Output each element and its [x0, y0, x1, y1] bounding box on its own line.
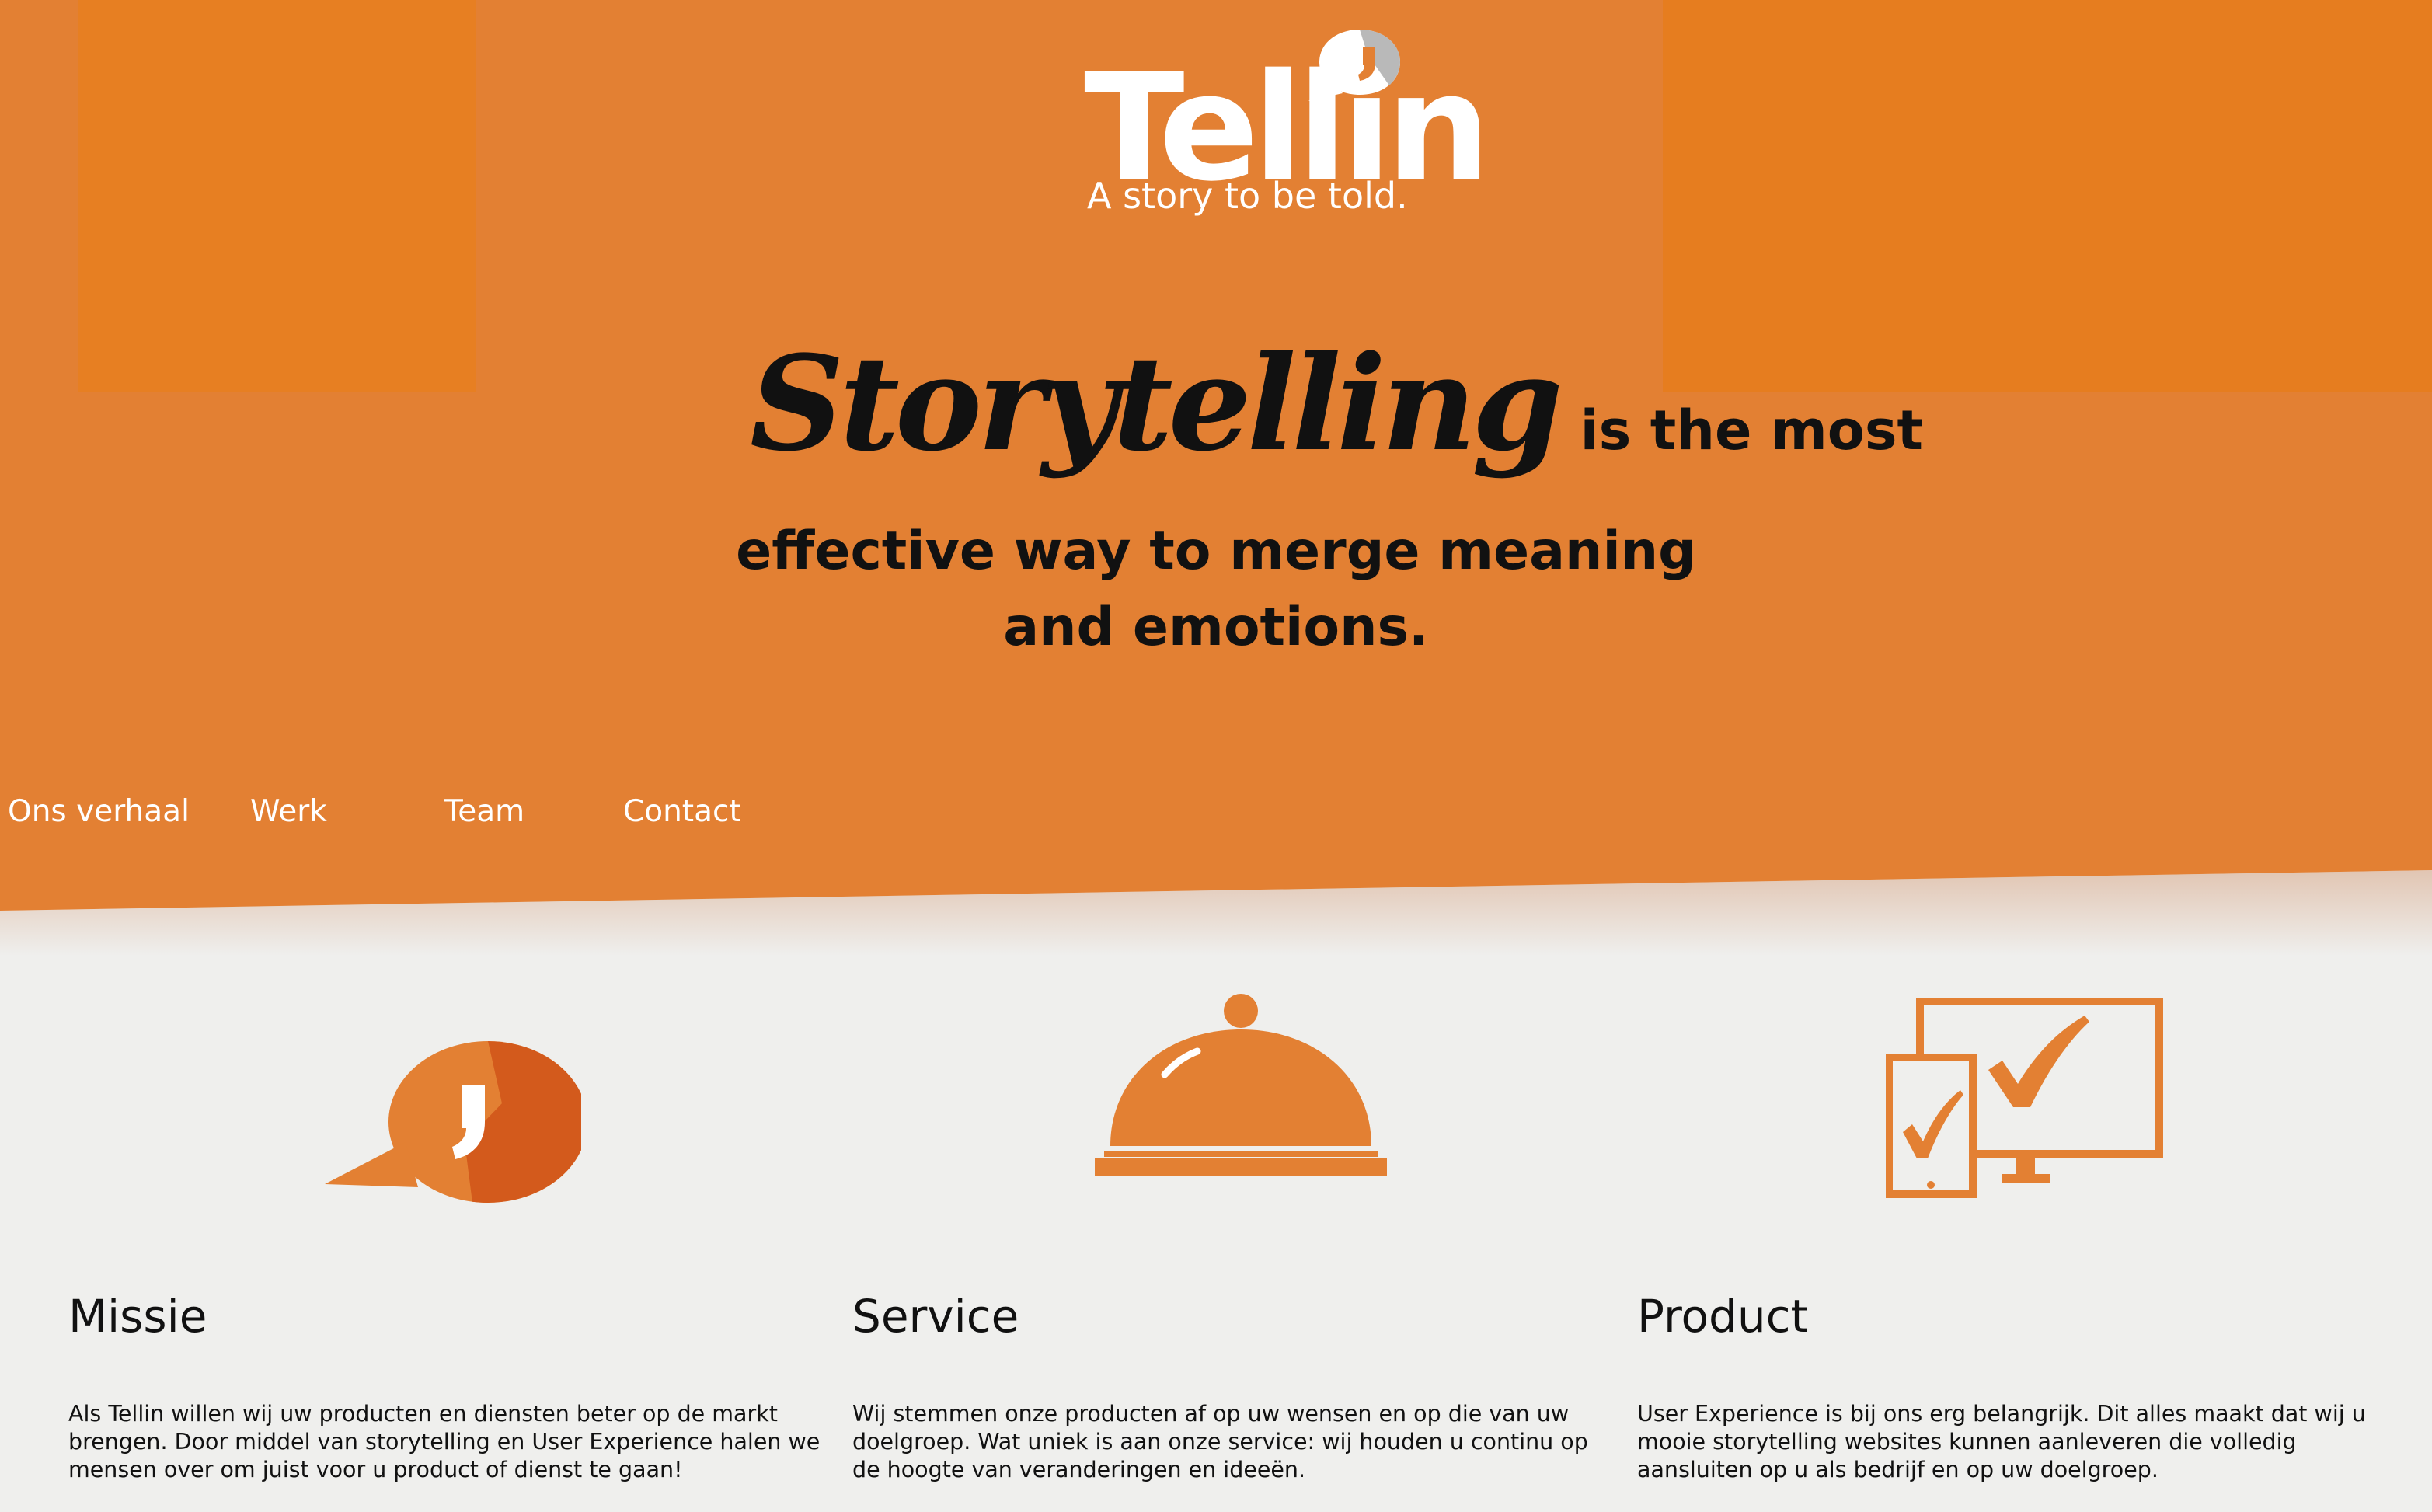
feature-text: User Experience is bij ons erg belangrij… [1637, 1401, 2366, 1482]
nav-item-contact[interactable]: Contact [623, 794, 741, 829]
logo-tagline: A story to be told. [1087, 175, 1408, 217]
nav-item-ons-verhaal[interactable]: Ons verhaal [8, 794, 190, 829]
feature-title: Service [852, 1290, 1019, 1343]
headline-line-3: and emotions. [1003, 597, 1429, 658]
feature-title: Product [1637, 1290, 1809, 1343]
hero-panel-left [78, 0, 476, 392]
page: Tellin A story to be told. Storytelling i… [0, 0, 2432, 1512]
headline-line-1: Storytelling is the most [750, 326, 1923, 480]
devices-check-icon [1886, 998, 2163, 1198]
headline-line-1-rest: is the most [1580, 399, 1923, 462]
headline-line-2: effective way to merge meaning [736, 521, 1696, 582]
nav-item-werk[interactable]: Werk [250, 794, 327, 829]
feature-title: Missie [68, 1290, 207, 1343]
feature-text: Als Tellin willen wij uw producten en di… [68, 1401, 821, 1482]
speech-bubble-icon [1308, 30, 1400, 101]
logo[interactable]: Tellin A story to be told. [1084, 23, 1491, 225]
speech-bubble-icon [325, 1041, 581, 1203]
nav-item-team[interactable]: Team [444, 794, 524, 829]
service-bell-icon [1095, 994, 1387, 1176]
feature-text: Wij stemmen onze producten af op uw wens… [852, 1401, 1588, 1482]
headline-script-word: Storytelling [750, 326, 1563, 480]
hero-section: Tellin A story to be told. Storytelling i… [0, 0, 2432, 911]
